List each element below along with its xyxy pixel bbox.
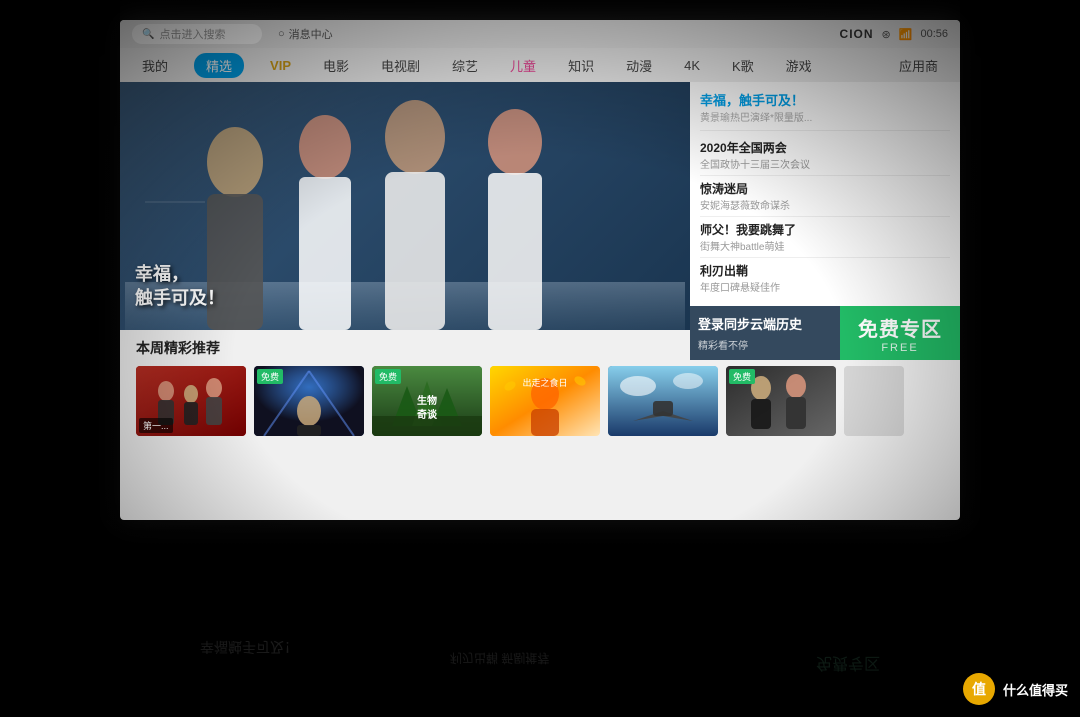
main-hero-section: 幸福， 触手可及！ 幸福，触手可及！ 黄景瑜热巴演绎*限量版... 2020年全… <box>120 82 960 330</box>
thumbnail-3[interactable]: 出走之食日 <box>490 366 600 436</box>
search-box[interactable]: 🔍 点击进入搜索 <box>132 24 262 44</box>
thumbnails-row: 第一... 免费 <box>136 366 944 436</box>
free-zone-card[interactable]: 免费专区 FREE <box>840 306 960 360</box>
thumbnail-5[interactable]: 免费 <box>726 366 836 436</box>
list-item-desc-3: 年度口碑悬疑佳作 <box>700 279 950 294</box>
thumbnail-1[interactable]: 免费 <box>254 366 364 436</box>
bluetooth-icon: ⊛ <box>882 28 891 41</box>
list-item-desc-0: 全国政协十三届三次会议 <box>700 156 950 171</box>
banner-list-item-0[interactable]: 2020年全国两会 全国政协十三届三次会议 <box>700 135 950 176</box>
top-bar-right: CION ⊛ 📶 00:56 <box>840 27 948 41</box>
nav-item-games[interactable]: 游戏 <box>780 52 818 79</box>
nav-item-tv[interactable]: 电视剧 <box>375 52 426 79</box>
reflection-text-3: 免费专区 <box>816 653 880 677</box>
free-zone-title: 免费专区 <box>858 313 942 342</box>
watermark-text: 什么值得买 <box>1003 680 1068 699</box>
thumb-badge-5: 免费 <box>729 369 755 384</box>
free-zone-subtitle: FREE <box>881 342 918 354</box>
thumbnail-4[interactable] <box>608 366 718 436</box>
watermark-logo: 值 <box>963 673 995 705</box>
nav-item-knowledge[interactable]: 知识 <box>562 52 600 79</box>
search-placeholder: 点击进入搜索 <box>159 26 225 42</box>
thumb-ep-0: 第一... <box>139 418 173 433</box>
banner-headline-item[interactable]: 幸福，触手可及！ 黄景瑜热巴演绎*限量版... <box>700 90 950 131</box>
thumb-badge-1: 免费 <box>257 369 283 384</box>
list-item-title-2: 师父！我要跳舞了 <box>700 221 950 238</box>
banner-headline: 幸福，触手可及！ <box>700 90 950 109</box>
nav-item-featured[interactable]: 精选 <box>194 53 244 78</box>
list-item-title-3: 利刃出鞘 <box>700 262 950 279</box>
nav-item-apps[interactable]: 应用商 <box>893 52 944 79</box>
search-icon: 🔍 <box>142 29 154 40</box>
banner-big-text: 幸福， 触手可及！ <box>135 263 225 310</box>
nav-item-children[interactable]: 儿童 <box>504 52 542 79</box>
right-dark-area <box>960 0 1080 520</box>
svg-text:奇谈: 奇谈 <box>417 408 438 421</box>
nav-item-mine[interactable]: 我的 <box>136 52 174 79</box>
banner-list-item-2[interactable]: 师父！我要跳舞了 街舞大神battle萌娃 <box>700 217 950 258</box>
reflection-area <box>120 520 960 600</box>
nav-item-movies[interactable]: 电影 <box>317 52 355 79</box>
thumb-badge-2: 免费 <box>375 369 401 384</box>
nav-item-4k[interactable]: 4K <box>678 54 706 77</box>
top-bar: 🔍 点击进入搜索 ○ 消息中心 CION ⊛ 📶 00:56 <box>120 20 960 48</box>
svg-text:生物: 生物 <box>417 394 437 407</box>
thumbnail-0[interactable]: 第一... <box>136 366 246 436</box>
top-bar-left: 🔍 点击进入搜索 ○ 消息中心 <box>132 24 333 44</box>
thumbnail-6[interactable] <box>844 366 904 436</box>
list-item-title-1: 惊涛迷局 <box>700 180 950 197</box>
thumbnail-2[interactable]: 生物 奇谈 免费 <box>372 366 482 436</box>
time-display: 00:56 <box>920 28 948 40</box>
list-item-desc-1: 安妮海瑟薇致命谋杀 <box>700 197 950 212</box>
nav-item-anime[interactable]: 动漫 <box>620 52 658 79</box>
list-item-title-0: 2020年全国两会 <box>700 139 950 156</box>
message-icon: ○ <box>278 28 285 40</box>
nav-bar: 我的 精选 VIP 电影 电视剧 综艺 儿童 知识 动漫 4K K歌 <box>120 48 960 82</box>
banner-list-item-1[interactable]: 惊涛迷局 安妮海瑟薇致命谋杀 <box>700 176 950 217</box>
brand-logo: CION <box>840 27 874 41</box>
reflection-text-1: 幸福触手可及！ <box>200 637 298 657</box>
nav-item-variety[interactable]: 综艺 <box>446 52 484 79</box>
wifi-icon: 📶 <box>899 28 913 41</box>
svg-text:出走之食日: 出走之食日 <box>522 377 567 388</box>
sync-card-title: 登录同步云端历史 <box>698 314 832 333</box>
message-center[interactable]: ○ 消息中心 <box>278 26 333 42</box>
tv-screen: 🔍 点击进入搜索 ○ 消息中心 CION ⊛ 📶 00:56 我的 精选 VIP… <box>120 20 960 520</box>
right-panel: 幸福，触手可及！ 黄景瑜热巴演绎*限量版... 2020年全国两会 全国政协十三… <box>690 82 960 330</box>
nav-item-vip[interactable]: VIP <box>264 54 297 77</box>
sync-card-subtitle: 精彩看不停 <box>698 337 832 352</box>
left-dark-area <box>0 0 120 520</box>
banner-headline-sub: 黄景瑜热巴演绎*限量版... <box>700 109 950 124</box>
hero-banner[interactable]: 幸福， 触手可及！ <box>120 82 690 330</box>
banner-list-item-3[interactable]: 利刃出鞘 年度口碑悬疑佳作 <box>700 258 950 298</box>
nav-item-karaoke[interactable]: K歌 <box>726 52 760 79</box>
watermark: 值 什么值得买 <box>963 673 1068 705</box>
list-item-desc-2: 街舞大神battle萌娃 <box>700 238 950 253</box>
sync-card[interactable]: 登录同步云端历史 精彩看不停 <box>690 306 840 360</box>
reflection-text-2: 利刃出鞘 新剧推荐 <box>450 650 549 667</box>
